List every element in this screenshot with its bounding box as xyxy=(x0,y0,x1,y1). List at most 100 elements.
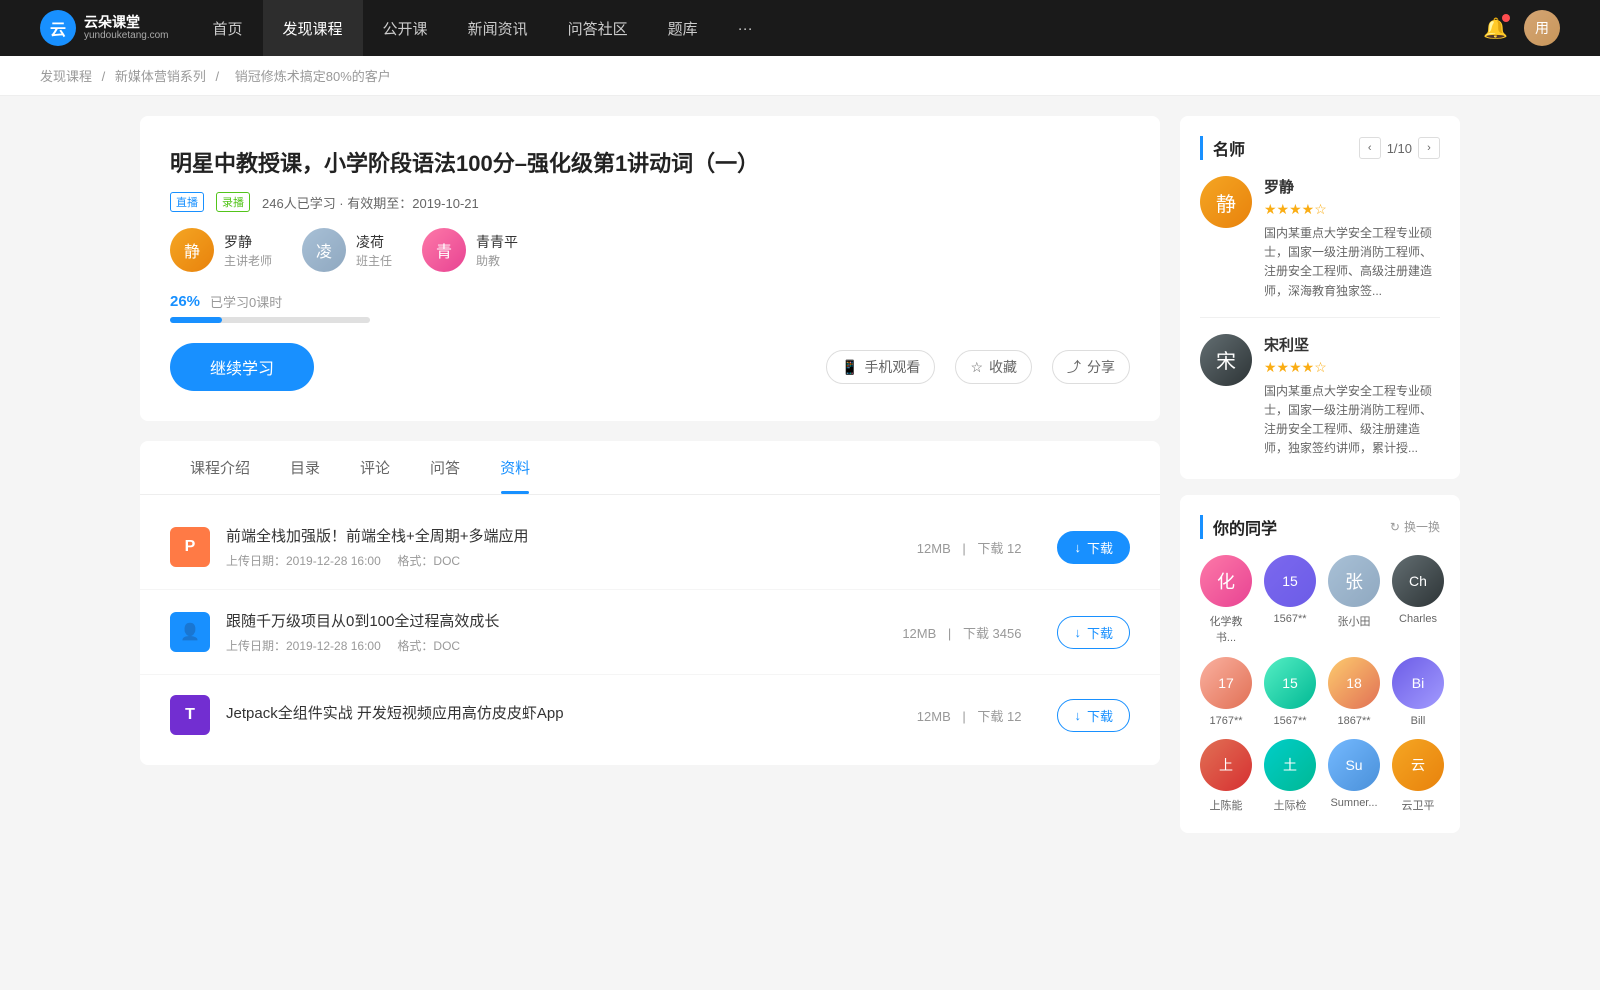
classmates-title-row: 你的同学 ↻ 换一换 xyxy=(1200,515,1440,539)
resource-meta-2: 上传日期：2019-12-28 16:00 格式：DOC xyxy=(226,637,886,654)
classmate-avatar-2: 15 xyxy=(1264,555,1316,607)
bell-button[interactable]: 🔔 xyxy=(1483,16,1508,41)
download-button-2[interactable]: ↓ 下载 xyxy=(1057,616,1130,649)
classmate-avatar-11: Su xyxy=(1328,739,1380,791)
download-button-1[interactable]: ↓ 下载 xyxy=(1057,531,1130,564)
breadcrumb-link-1[interactable]: 发现课程 xyxy=(40,69,92,84)
resource-info-2: 跟随千万级项目从0到100全过程高效成长 上传日期：2019-12-28 16:… xyxy=(226,610,886,654)
teacher-item-1: 静 罗静 主讲老师 xyxy=(170,228,272,272)
sidebar-teacher-stars-1: ★★★★☆ xyxy=(1264,201,1440,218)
classmate-name-2: 1567** xyxy=(1273,613,1306,625)
collect-label: 收藏 xyxy=(989,357,1017,377)
tab-review[interactable]: 评论 xyxy=(340,441,410,494)
avatar-image: 用 xyxy=(1524,10,1560,46)
classmate-item-5[interactable]: 17 1767** xyxy=(1200,657,1252,727)
progress-sub: 已学习0课时 xyxy=(210,292,282,311)
next-teacher-button[interactable]: › xyxy=(1418,137,1440,159)
star-icon: ☆ xyxy=(970,359,983,376)
classmate-avatar-6: 15 xyxy=(1264,657,1316,709)
sidebar-teacher-1: 静 罗静 ★★★★☆ 国内某重点大学安全工程专业硕士，国家一级注册消防工程师、注… xyxy=(1200,176,1440,301)
sidebar-teacher-name-2: 宋利坚 xyxy=(1264,334,1440,355)
teacher-avatar-2: 凌 xyxy=(302,228,346,272)
tab-qa[interactable]: 问答 xyxy=(410,441,480,494)
prev-teacher-button[interactable]: ‹ xyxy=(1359,137,1381,159)
classmate-item-4[interactable]: Ch Charles xyxy=(1392,555,1444,645)
right-sidebar: 名师 ‹ 1/10 › 静 罗静 ★★★★☆ 国内某重点大学安全工程专业硕士，国… xyxy=(1180,116,1460,849)
classmate-item-8[interactable]: Bi Bill xyxy=(1392,657,1444,727)
nav-item-public[interactable]: 公开课 xyxy=(363,0,448,56)
teacher-avatar-3: 青 xyxy=(422,228,466,272)
logo-icon: 云 xyxy=(40,10,76,46)
sidebar-teacher-desc-1: 国内某重点大学安全工程专业硕士，国家一级注册消防工程师、注册安全工程师、高级注册… xyxy=(1264,224,1440,301)
teacher-role-1: 主讲老师 xyxy=(224,252,272,269)
nav-item-more[interactable]: ··· xyxy=(718,0,773,56)
continue-button[interactable]: 继续学习 xyxy=(170,343,314,391)
resource-item-3: T Jetpack全组件实战 开发短视频应用高仿皮皮虾App 12MB | 下载… xyxy=(140,675,1160,755)
action-row: 继续学习 📱 手机观看 ☆ 收藏 ⤴ 分享 xyxy=(170,343,1130,391)
classmate-avatar-12: 云 xyxy=(1392,739,1444,791)
collect-button[interactable]: ☆ 收藏 xyxy=(955,350,1032,384)
resource-title-3: Jetpack全组件实战 开发短视频应用高仿皮皮虾App xyxy=(226,702,901,723)
user-avatar-nav[interactable]: 用 xyxy=(1524,10,1560,46)
classmate-item-11[interactable]: Su Sumner... xyxy=(1328,739,1380,813)
classmate-name-7: 1867** xyxy=(1337,715,1370,727)
nav-item-qa[interactable]: 问答社区 xyxy=(548,0,648,56)
tab-resource[interactable]: 资料 xyxy=(480,441,550,494)
share-label: 分享 xyxy=(1087,357,1115,377)
teacher-info-1: 罗静 主讲老师 xyxy=(224,232,272,269)
logo[interactable]: 云 云朵课堂 yundouketang.com xyxy=(40,10,169,46)
share-icon: ⤴ xyxy=(1067,357,1081,377)
download-label-2: 下载 xyxy=(1087,623,1113,642)
resource-stats-2: 12MB | 下载 3456 xyxy=(902,623,1021,642)
share-button[interactable]: ⤴ 分享 xyxy=(1052,350,1130,384)
classmate-item-1[interactable]: 化 化学教书... xyxy=(1200,555,1252,645)
refresh-classmates-button[interactable]: ↻ 换一换 xyxy=(1390,518,1440,535)
classmate-item-12[interactable]: 云 云卫平 xyxy=(1392,739,1444,813)
page-indicator: 1/10 xyxy=(1387,141,1412,156)
classmate-avatar-8: Bi xyxy=(1392,657,1444,709)
classmate-item-7[interactable]: 18 1867** xyxy=(1328,657,1380,727)
classmate-item-9[interactable]: 上 上陈能 xyxy=(1200,739,1252,813)
resource-item-1: P 前端全栈加强版！前端全栈+全周期+多端应用 上传日期：2019-12-28 … xyxy=(140,505,1160,590)
sidebar-teacher-avatar-1: 静 xyxy=(1200,176,1252,228)
download-icon-3: ↓ xyxy=(1074,708,1081,723)
classmate-item-3[interactable]: 张 张小田 xyxy=(1328,555,1380,645)
teacher-name-1: 罗静 xyxy=(224,232,272,252)
teacher-divider xyxy=(1200,317,1440,318)
classmates-grid: 化 化学教书... 15 1567** 张 张小田 Ch Charles 17 xyxy=(1200,555,1440,813)
teacher-info-2: 凌荷 班主任 xyxy=(356,232,392,269)
course-title: 明星中教授课，小学阶段语法100分–强化级第1讲动词（一） xyxy=(170,146,1130,178)
teachers-list: 静 罗静 主讲老师 凌 凌荷 班主任 xyxy=(170,228,1130,272)
breadcrumb-link-2[interactable]: 新媒体营销系列 xyxy=(115,69,206,84)
classmate-item-10[interactable]: 土 土际检 xyxy=(1264,739,1316,813)
left-content: 明星中教授课，小学阶段语法100分–强化级第1讲动词（一） 直播 录播 246人… xyxy=(140,116,1160,849)
classmate-item-6[interactable]: 15 1567** xyxy=(1264,657,1316,727)
tab-catalog[interactable]: 目录 xyxy=(270,441,340,494)
teacher-role-2: 班主任 xyxy=(356,252,392,269)
nav-item-discover[interactable]: 发现课程 xyxy=(263,0,363,56)
tab-intro[interactable]: 课程介绍 xyxy=(170,441,270,494)
nav-item-home[interactable]: 首页 xyxy=(193,0,263,56)
nav-item-quiz[interactable]: 题库 xyxy=(648,0,718,56)
classmate-avatar-10: 土 xyxy=(1264,739,1316,791)
refresh-label: 换一换 xyxy=(1404,518,1440,535)
main-container: 明星中教授课，小学阶段语法100分–强化级第1讲动词（一） 直播 录播 246人… xyxy=(100,116,1500,849)
classmate-name-4: Charles xyxy=(1399,613,1437,625)
course-meta-text: 246人已学习 · 有效期至：2019-10-21 xyxy=(262,193,479,212)
classmate-avatar-1: 化 xyxy=(1200,555,1252,607)
phone-icon: 📱 xyxy=(841,359,858,376)
teacher-role-3: 助教 xyxy=(476,252,518,269)
classmate-name-9: 上陈能 xyxy=(1210,797,1243,813)
refresh-icon: ↻ xyxy=(1390,520,1400,534)
resource-info-3: Jetpack全组件实战 开发短视频应用高仿皮皮虾App xyxy=(226,702,901,729)
download-button-3[interactable]: ↓ 下载 xyxy=(1057,699,1130,732)
phone-watch-button[interactable]: 📱 手机观看 xyxy=(826,350,935,384)
resource-stats-3: 12MB | 下载 12 xyxy=(917,706,1022,725)
breadcrumb-sep-2: / xyxy=(216,69,223,84)
resource-icon-2: 👤 xyxy=(170,612,210,652)
nav-item-news[interactable]: 新闻资讯 xyxy=(448,0,548,56)
progress-section: 26% 已学习0课时 xyxy=(170,292,1130,323)
classmate-name-3: 张小田 xyxy=(1338,613,1371,629)
classmate-item-2[interactable]: 15 1567** xyxy=(1264,555,1316,645)
breadcrumb-current: 销冠修炼术搞定80%的客户 xyxy=(235,69,391,84)
